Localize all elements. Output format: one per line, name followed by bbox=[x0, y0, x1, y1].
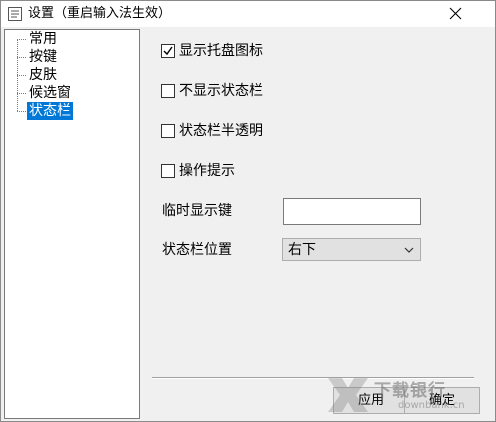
hotkey-label: 临时显示键 bbox=[162, 203, 232, 219]
window-title: 设置（重启输入法生效） bbox=[28, 6, 172, 21]
checkbox-label: 操作提示 bbox=[179, 163, 235, 179]
checkbox-unchecked[interactable] bbox=[161, 164, 175, 178]
close-button[interactable] bbox=[433, 1, 479, 27]
bottom-separator bbox=[152, 377, 474, 379]
tree-item-status-bar[interactable]: 状态栏 bbox=[17, 102, 87, 120]
checkbox-unchecked[interactable] bbox=[161, 124, 175, 138]
chevron-down-icon bbox=[404, 247, 414, 253]
checkbox-label: 状态栏半透明 bbox=[179, 123, 263, 139]
checkbox-unchecked[interactable] bbox=[161, 84, 175, 98]
position-select-value: 右下 bbox=[288, 242, 316, 258]
title-bar: 设置（重启输入法生效） bbox=[1, 1, 495, 27]
hide-status-bar-checkbox[interactable]: 不显示状态栏 bbox=[161, 81, 381, 101]
category-tree[interactable]: 常用 按键 皮肤 候选窗 状态栏 bbox=[4, 29, 140, 419]
tree-item-candidate-window[interactable]: 候选窗 bbox=[17, 84, 87, 102]
tree-item-skin[interactable]: 皮肤 bbox=[17, 66, 87, 84]
ok-button[interactable]: 确定 bbox=[404, 387, 480, 414]
tree-item-keys[interactable]: 按键 bbox=[17, 48, 87, 66]
hotkey-input[interactable] bbox=[283, 198, 421, 225]
checkbox-label: 不显示状态栏 bbox=[179, 83, 263, 99]
tree-item-label: 候选窗 bbox=[29, 85, 71, 101]
tree-item-common[interactable]: 常用 bbox=[17, 30, 87, 48]
checkbox-checked[interactable] bbox=[161, 44, 175, 58]
apply-button[interactable]: 应用 bbox=[333, 387, 409, 414]
tree-item-label: 状态栏 bbox=[27, 102, 73, 120]
show-tray-icon-checkbox[interactable]: 显示托盘图标 bbox=[161, 41, 381, 61]
position-select[interactable]: 右下 bbox=[282, 238, 421, 261]
checkbox-label: 显示托盘图标 bbox=[179, 43, 263, 59]
app-icon bbox=[8, 7, 22, 21]
position-label: 状态栏位置 bbox=[162, 242, 232, 258]
tree-item-label: 皮肤 bbox=[29, 67, 57, 83]
operation-tips-checkbox[interactable]: 操作提示 bbox=[161, 161, 381, 181]
status-bar-translucent-checkbox[interactable]: 状态栏半透明 bbox=[161, 121, 381, 141]
checkmark-icon bbox=[163, 46, 173, 56]
settings-window: 设置（重启输入法生效） 常用 按键 皮肤 候选窗 状态栏 显示托盘图标 不显示状… bbox=[0, 0, 496, 422]
tree-item-label: 按键 bbox=[29, 49, 57, 65]
tree-item-label: 常用 bbox=[29, 31, 57, 47]
close-icon bbox=[449, 7, 462, 20]
